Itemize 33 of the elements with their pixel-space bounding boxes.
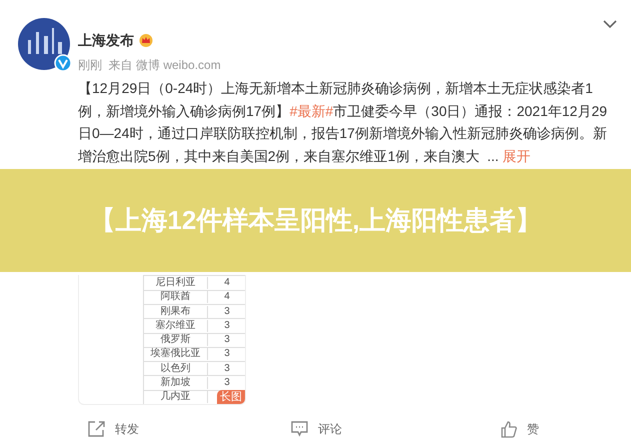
table-cell: 以色列 [144, 362, 208, 375]
table-cell: 埃塞俄比亚 [144, 348, 208, 360]
table-cell-text: 3 [223, 362, 231, 375]
repost-button[interactable]: 转发 [88, 420, 139, 438]
table-cell: 尼日利亚 [144, 276, 208, 289]
like-button[interactable]: 赞 [501, 420, 539, 438]
table-cell-text: 3 [223, 377, 231, 390]
table-cell: 塞尔维亚 [144, 320, 208, 332]
table-cell: 新加坡 [144, 377, 208, 390]
table-cell: 阿联酋 [144, 291, 208, 304]
crown-icon [139, 34, 153, 46]
table-cell: 几内亚 [144, 391, 208, 404]
table-cell-text: 3 [223, 320, 231, 332]
long-image-badge: 长图 [217, 390, 245, 404]
post-text: 【12月29日（0-24时）上海无新增本土新冠肺炎确诊病例，新增本土无症状感染者1例，新增境外输入确诊病例17例】#最新#市卫健委今早（30日）通报：2021年12月29日0—24时，通过口岸联防联控机制，报告17例新增境外输入性新冠肺炎确诊病例。新增治愈出院5例，其中来自美国2例，来自塞尔维亚1例，来自澳大 ... 展开 [78, 79, 608, 166]
table-cell-text: 3 [223, 306, 231, 318]
post-meta: 刚刚 来自 微博 weibo.com [78, 57, 222, 74]
title-banner: 【上海12件样本呈阳性,上海阳性患者】 [0, 169, 631, 272]
table-cell: 俄罗斯 [144, 334, 208, 346]
table-cell: 刚果布 [144, 306, 208, 318]
table-cell-text: 4 [223, 276, 231, 289]
thumbs-up-icon [501, 420, 517, 438]
comment-icon [291, 421, 308, 437]
share-icon [88, 421, 105, 437]
table-cell-text: 3 [223, 334, 231, 346]
table-image[interactable]: 尼日利亚 4 阿联酋 4 刚果布 3 塞尔维亚 3 俄罗斯 3 埃塞俄比亚 3 以色列 3 新加坡 3 几内亚 长图 [78, 275, 246, 405]
table-cell-text: 3 [223, 348, 231, 360]
expand-link[interactable]: 展开 [502, 148, 531, 164]
table-cell-text: 4 [223, 291, 231, 304]
author-name[interactable]: 上海发布 [78, 30, 134, 50]
comment-button[interactable]: 评论 [291, 420, 342, 438]
chevron-down-icon[interactable] [603, 20, 617, 29]
topic-link[interactable]: #最新# [290, 102, 334, 118]
